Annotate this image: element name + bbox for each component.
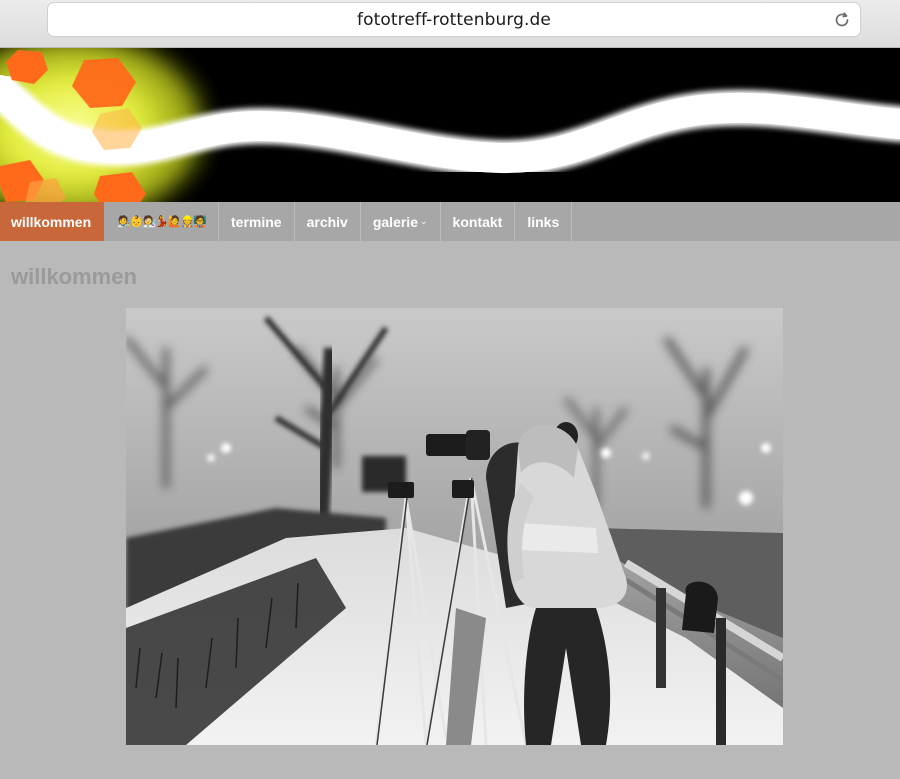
nav-item-links[interactable]: links	[515, 202, 573, 241]
nav-item-willkommen[interactable]: willkommen	[0, 202, 105, 241]
nav-item-label: archiv	[306, 213, 348, 230]
nav-item-archiv[interactable]: archiv	[295, 202, 361, 241]
nav-item-label: links	[527, 213, 560, 230]
chevron-down-icon: ⌄	[419, 216, 428, 226]
nav-item-termine[interactable]: termine	[219, 202, 295, 241]
url-text: fototreff-rottenburg.de	[357, 9, 551, 30]
address-bar[interactable]: fototreff-rottenburg.de	[48, 3, 860, 36]
photo-illustration	[126, 308, 783, 745]
nav-item-kontakt[interactable]: kontakt	[441, 202, 516, 241]
header-banner	[0, 48, 900, 202]
reload-icon[interactable]	[832, 10, 852, 30]
main-navigation: willkommen 🧑‍🎨👶🧑‍🔬💃🙋👷🧑‍🏫 termine archiv …	[0, 202, 900, 241]
nav-item-label: kontakt	[452, 213, 503, 230]
banner-graphic	[0, 48, 900, 202]
nav-item-label: galerie	[372, 213, 418, 230]
nav-item-label: willkommen	[11, 213, 92, 230]
nav-item-galerie[interactable]: galerie ⌄	[361, 202, 441, 241]
nav-item-team-emojis[interactable]: 🧑‍🎨👶🧑‍🔬💃🙋👷🧑‍🏫	[104, 202, 220, 241]
featured-photo	[126, 308, 783, 745]
nav-item-label: termine	[231, 213, 282, 230]
nav-item-label: 🧑‍🎨👶🧑‍🔬💃🙋👷🧑‍🏫	[117, 216, 207, 228]
page-title: willkommen	[11, 264, 137, 289]
browser-toolbar: fototreff-rottenburg.de	[0, 0, 900, 48]
